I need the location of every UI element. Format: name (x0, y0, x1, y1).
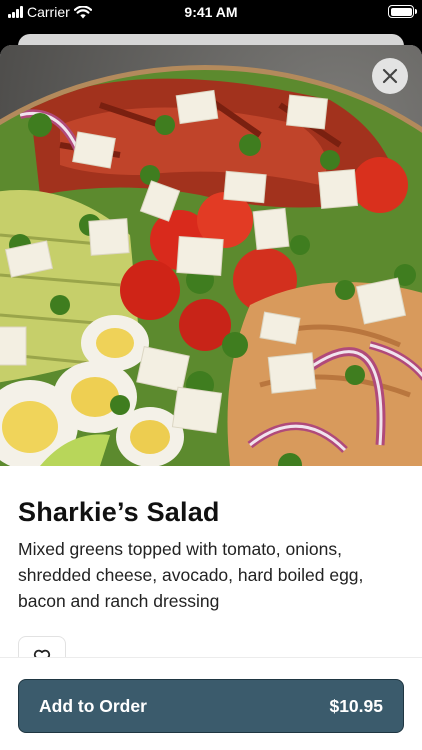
footer-bar: Add to Order $10.95 (0, 657, 422, 750)
add-to-order-label: Add to Order (39, 695, 147, 716)
item-title: Sharkie’s Salad (18, 497, 220, 527)
item-detail-sheet: Sharkie’s Salad Mixed greens topped with… (0, 45, 422, 750)
battery-icon (388, 5, 417, 18)
status-bar: Carrier 9:41 AM (0, 0, 422, 26)
add-to-order-button[interactable]: Add to Order $10.95 (18, 679, 404, 733)
close-icon (382, 68, 398, 84)
salad-photo (0, 45, 422, 466)
status-time: 9:41 AM (184, 4, 238, 20)
item-description: Mixed greens topped with tomato, onions,… (18, 539, 364, 611)
item-image (0, 45, 422, 466)
close-button[interactable] (372, 58, 408, 94)
item-price: $10.95 (329, 695, 383, 716)
